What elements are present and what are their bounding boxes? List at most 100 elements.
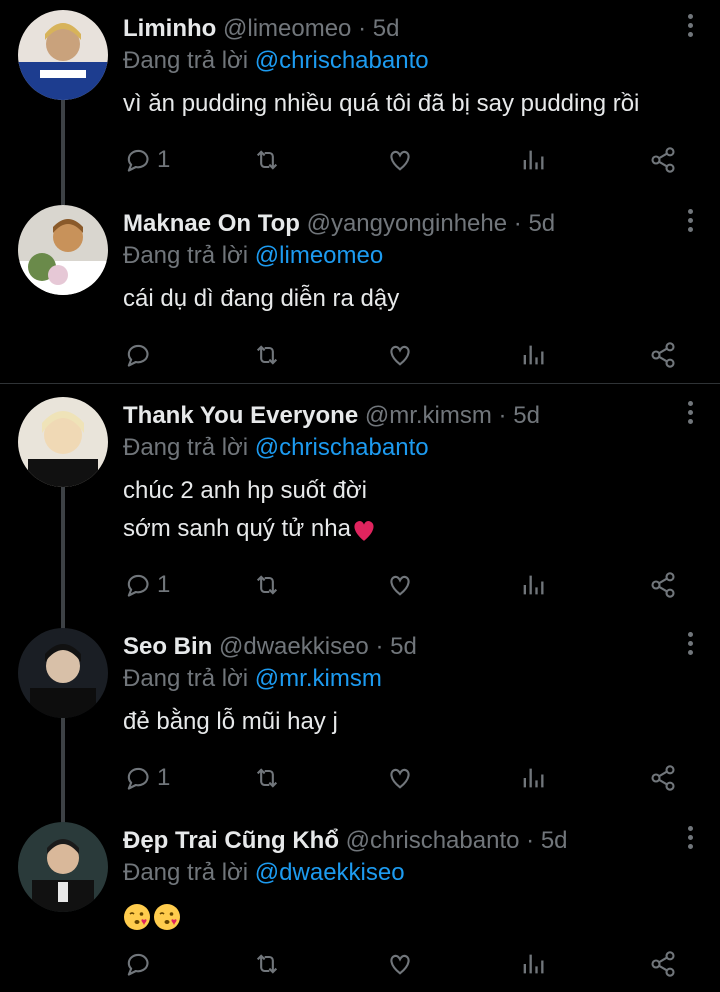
mention-link[interactable]: @chrischabanto — [255, 434, 429, 461]
retweet-icon — [256, 150, 278, 170]
stats-button[interactable] — [519, 339, 547, 371]
timestamp[interactable]: 5d — [390, 633, 417, 660]
replying-label: Đang trả lời — [123, 47, 249, 74]
replying-label: Đang trả lời — [123, 242, 249, 269]
more-icon[interactable] — [686, 209, 694, 237]
display-name[interactable]: Đẹp Trai Cũng Khổ — [123, 827, 339, 854]
avatar[interactable] — [18, 397, 108, 487]
more-icon[interactable] — [686, 401, 694, 429]
timestamp[interactable]: 5d — [373, 15, 400, 42]
replying-to: Đang trả lời @mr.kimsm — [123, 664, 700, 694]
thread-line — [61, 487, 65, 632]
retweet-button[interactable] — [253, 339, 281, 371]
reply-button[interactable] — [123, 948, 157, 980]
share-button[interactable] — [649, 144, 677, 176]
like-icon — [390, 575, 410, 596]
display-name[interactable]: Maknae On Top — [123, 210, 300, 237]
share-button[interactable] — [649, 569, 677, 601]
replying-label: Đang trả lời — [123, 665, 249, 692]
avatar[interactable] — [18, 628, 108, 718]
mention-link[interactable]: @limeomeo — [255, 242, 383, 269]
mention-link[interactable]: @mr.kimsm — [255, 665, 382, 692]
handle[interactable]: @mr.kimsm — [365, 402, 492, 429]
avatar[interactable] — [18, 10, 108, 100]
action-bar — [123, 339, 683, 371]
reply-button[interactable]: 1 — [123, 762, 170, 794]
replying-to: Đang trả lời @chrischabanto — [123, 433, 700, 463]
stats-icon — [523, 150, 544, 170]
retweet-button[interactable] — [253, 948, 281, 980]
retweet-icon — [256, 954, 278, 974]
replying-to: Đang trả lời @dwaekkiseo — [123, 858, 700, 888]
share-button[interactable] — [649, 762, 677, 794]
more-icon[interactable] — [686, 632, 694, 660]
avatar[interactable] — [18, 822, 108, 912]
separator-dot: · — [498, 402, 507, 429]
separator-dot: · — [513, 210, 522, 237]
tweet[interactable]: Seo Bin @dwaekkiseo · 5d Đang trả lời @m… — [0, 618, 720, 824]
tweet-text: vì ăn pudding nhiều quá tôi đã bị say pu… — [123, 85, 700, 123]
tweet[interactable]: Đẹp Trai Cũng Khổ @chrischabanto · 5d Đa… — [0, 812, 720, 992]
avatar[interactable] — [18, 205, 108, 295]
timestamp[interactable]: 5d — [528, 210, 555, 237]
retweet-button[interactable] — [253, 144, 281, 176]
handle[interactable]: @chrischabanto — [346, 827, 520, 854]
tweet-text — [123, 897, 700, 935]
stats-button[interactable] — [519, 948, 547, 980]
action-bar: 1 — [123, 144, 683, 176]
timestamp[interactable]: 5d — [513, 402, 540, 429]
more-icon[interactable] — [686, 14, 694, 42]
share-icon — [651, 765, 675, 791]
timestamp[interactable]: 5d — [541, 827, 568, 854]
mention-link[interactable]: @chrischabanto — [255, 47, 429, 74]
display-name[interactable]: Seo Bin — [123, 633, 212, 660]
retweet-icon — [256, 768, 278, 788]
share-icon — [651, 147, 675, 173]
share-button[interactable] — [649, 339, 677, 371]
stats-icon — [523, 575, 544, 595]
like-button[interactable] — [386, 762, 414, 794]
like-button[interactable] — [386, 339, 414, 371]
handle[interactable]: @yangyonginhehe — [307, 210, 508, 237]
stats-button[interactable] — [519, 569, 547, 601]
separator-dot: · — [358, 15, 367, 42]
tweet[interactable]: Maknae On Top @yangyonginhehe · 5d Đang … — [0, 195, 720, 383]
separator-dot: · — [526, 827, 535, 854]
tweet[interactable]: Thank You Everyone @mr.kimsm · 5d Đang t… — [0, 387, 720, 632]
display-name[interactable]: Liminho — [123, 15, 216, 42]
retweet-button[interactable] — [253, 762, 281, 794]
retweet-icon — [256, 345, 278, 365]
handle[interactable]: @dwaekkiseo — [219, 633, 369, 660]
share-icon — [651, 951, 675, 977]
like-button[interactable] — [386, 144, 414, 176]
like-button[interactable] — [386, 569, 414, 601]
stats-icon — [523, 345, 544, 365]
reply-count: 1 — [157, 764, 171, 791]
action-bar: 1 — [123, 569, 683, 601]
tweet-text: đẻ bằng lỗ mũi hay j — [123, 703, 700, 741]
stats-button[interactable] — [519, 144, 547, 176]
display-name[interactable]: Thank You Everyone — [123, 402, 358, 429]
face-blowing-kiss-emoji-icon — [154, 903, 180, 930]
mention-link[interactable]: @dwaekkiseo — [255, 859, 405, 886]
like-button[interactable] — [386, 948, 414, 980]
share-button[interactable] — [649, 948, 677, 980]
reply-count: 1 — [157, 571, 171, 598]
replying-to: Đang trả lời @chrischabanto — [123, 46, 700, 76]
more-icon[interactable] — [686, 826, 694, 854]
divider — [0, 383, 720, 384]
replying-label: Đang trả lời — [123, 859, 249, 886]
reply-button[interactable]: 1 — [123, 569, 170, 601]
share-icon — [651, 572, 675, 598]
reply-icon — [127, 149, 149, 172]
stats-button[interactable] — [519, 762, 547, 794]
replying-to: Đang trả lời @limeomeo — [123, 241, 700, 271]
handle[interactable]: @limeomeo — [223, 15, 351, 42]
face-blowing-kiss-emoji-icon — [124, 903, 150, 930]
retweet-button[interactable] — [253, 569, 281, 601]
reply-icon — [127, 953, 149, 976]
tweet[interactable]: Liminho @limeomeo · 5d Đang trả lời @chr… — [0, 0, 720, 205]
reply-button[interactable] — [123, 339, 157, 371]
reply-button[interactable]: 1 — [123, 144, 170, 176]
tweet-text-line: chúc 2 anh hp suốt đời — [123, 477, 367, 504]
